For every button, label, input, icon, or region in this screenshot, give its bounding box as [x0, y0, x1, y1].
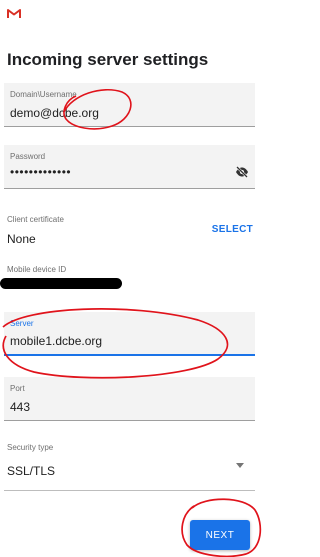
gmail-logo [7, 9, 21, 18]
domain-username-value: demo@dcbe.org [10, 106, 99, 120]
next-button[interactable]: NEXT [190, 520, 250, 550]
server-label: Server [10, 319, 34, 328]
password-label: Password [10, 152, 46, 161]
client-certificate-label: Client certificate [7, 215, 64, 224]
port-value: 443 [10, 400, 31, 414]
server-value: mobile1.dcbe.org [10, 334, 103, 348]
domain-username-field[interactable]: Domain\Username demo@dcbe.org [4, 83, 255, 127]
security-type-value[interactable]: SSL/TLS [7, 464, 55, 478]
redacted-device-id [0, 278, 122, 289]
security-type-label: Security type [7, 443, 54, 452]
security-type-underline [4, 490, 255, 491]
password-value: ••••••••••••• [10, 165, 72, 179]
password-field[interactable]: Password ••••••••••••• [4, 145, 255, 189]
client-certificate-value: None [7, 232, 36, 246]
visibility-off-icon[interactable] [235, 166, 249, 178]
domain-username-label: Domain\Username [10, 90, 77, 99]
page-title: Incoming server settings [7, 50, 209, 69]
select-certificate-button[interactable]: SELECT [212, 224, 253, 235]
mobile-device-id-label: Mobile device ID [7, 265, 67, 274]
port-field[interactable]: Port 443 [4, 377, 255, 421]
port-label: Port [10, 384, 25, 393]
server-field[interactable]: Server mobile1.dcbe.org [4, 312, 255, 356]
dropdown-arrow-icon[interactable] [236, 463, 244, 468]
